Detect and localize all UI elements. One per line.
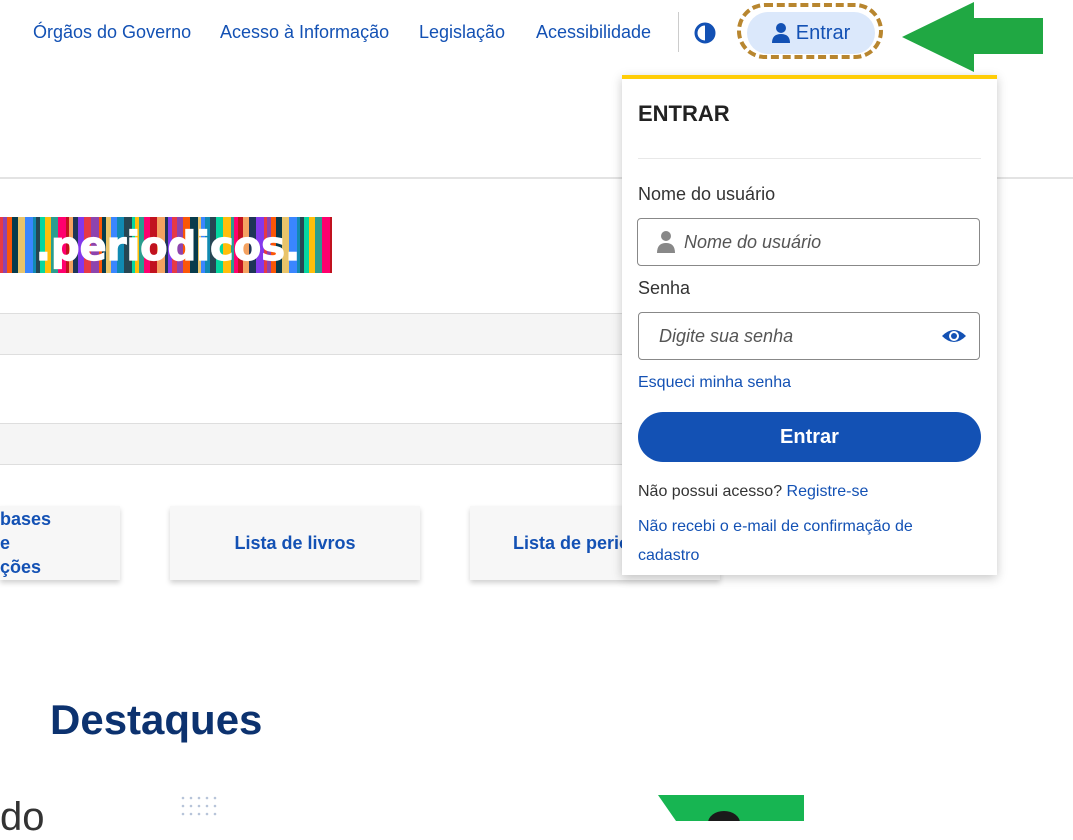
periodicos-logo: .periodicos. [0, 217, 332, 273]
nav-link-legislacao[interactable]: Legislação [419, 22, 505, 43]
search-bar-upper[interactable] [0, 313, 630, 355]
login-button[interactable]: Entrar [747, 12, 875, 54]
promo-image [658, 795, 804, 821]
user-icon [771, 23, 790, 43]
section-title-destaques: Destaques [50, 696, 263, 743]
resend-confirmation-link[interactable]: Não recebi o e-mail de confirmação de ca… [638, 518, 913, 564]
login-panel-divider [638, 158, 981, 159]
card-lista-livros-label: Lista de livros [234, 532, 356, 553]
search-bar-lower[interactable] [0, 423, 630, 465]
dot-pattern-decoration [181, 796, 217, 816]
forgot-password-link[interactable]: Esqueci minha senha [638, 374, 791, 392]
login-dropdown-panel: ENTRAR Nome do usuário Nome do usuário S… [622, 75, 997, 575]
nav-divider [678, 12, 679, 52]
register-link[interactable]: Registre-se [787, 483, 869, 500]
no-access-text: Não possui acesso? [638, 483, 783, 500]
card-bases-label: bases e ções [0, 509, 52, 577]
card-lista-livros[interactable]: Lista de livros [170, 506, 420, 580]
highlight-text-fragment: do [0, 795, 45, 839]
password-input[interactable]: Digite sua senha [638, 312, 980, 360]
username-label: Nome do usuário [638, 184, 776, 204]
login-button-label: Entrar [795, 21, 851, 44]
username-input[interactable]: Nome do usuário [637, 218, 980, 266]
nav-link-acesso-informacao[interactable]: Acesso à Informação [220, 22, 389, 43]
submit-login-button[interactable]: Entrar [638, 412, 981, 462]
no-access-row: Não possui acesso? Registre-se [638, 483, 868, 501]
username-placeholder: Nome do usuário [684, 231, 822, 252]
user-input-icon [657, 231, 675, 253]
arrow-pointer-icon [902, 2, 1043, 72]
eye-icon[interactable] [941, 327, 967, 345]
login-panel-title: ENTRAR [638, 101, 730, 126]
password-label: Senha [638, 278, 691, 298]
password-placeholder: Digite sua senha [659, 325, 794, 346]
contrast-icon[interactable] [694, 22, 716, 44]
nav-link-orgaos-governo[interactable]: Órgãos do Governo [33, 22, 191, 43]
card-bases-colecoes[interactable]: bases e ções [0, 506, 120, 580]
no-email-row: Não recebi o e-mail de confirmação de ca… [638, 512, 948, 570]
svg-text:.periodicos.: .periodicos. [36, 224, 300, 270]
nav-link-acessibilidade[interactable]: Acessibilidade [536, 22, 651, 43]
top-navigation: Órgãos do Governo Acesso à Informação Le… [0, 0, 1073, 72]
